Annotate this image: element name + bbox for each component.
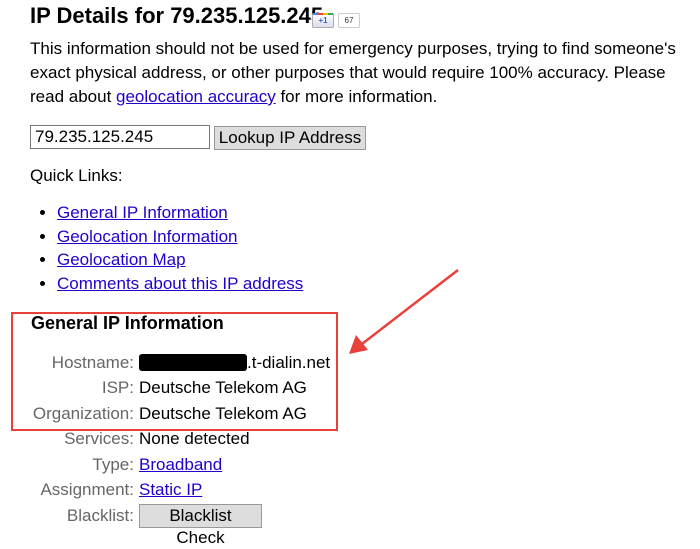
annotation-arrow — [349, 269, 459, 354]
arrow-head — [349, 335, 368, 354]
arrow-shaft — [361, 269, 459, 345]
